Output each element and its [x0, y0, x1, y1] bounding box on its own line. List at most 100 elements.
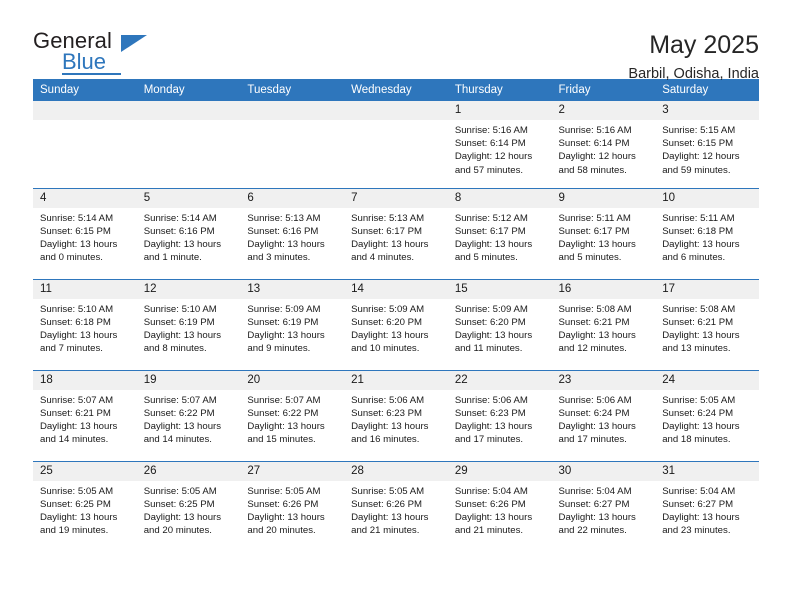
sunset-text: Sunset: 6:22 PM: [143, 407, 215, 419]
daylight-text-line1: Daylight: 13 hours: [454, 420, 533, 432]
calendar-day-cell[interactable]: 25 Sunrise: 5:05 AM Sunset: 6:25 PM Dayligh…: [33, 460, 137, 552]
daylight-text-line2: and 0 minutes.: [40, 252, 103, 264]
sunset-text: Sunset: 6:27 PM: [558, 498, 630, 510]
calendar-day-cell[interactable]: 26 Sunrise: 5:05 AM Sunset: 6:25 PM Dayligh…: [136, 460, 241, 552]
calendar-day-cell[interactable]: 14 Sunrise: 5:09 AM Sunset: 6:20 PM Dayligh…: [344, 278, 448, 370]
calendar-day-cell[interactable]: 6 Sunrise: 5:13 AM Sunset: 6:16 PM Daylight…: [240, 187, 345, 279]
sunrise-text: Sunrise: 5:09 AM: [454, 303, 528, 315]
sunset-text: Sunset: 6:15 PM: [40, 225, 111, 237]
calendar-day-cell[interactable]: 13 Sunrise: 5:09 AM Sunset: 6:19 PM Dayligh…: [240, 278, 345, 370]
daylight-text-line1: Daylight: 13 hours: [40, 329, 118, 341]
calendar-day-cell[interactable]: 31 Sunrise: 5:04 AM Sunset: 6:27 PM Dayligh…: [655, 460, 759, 552]
calendar-day-cell[interactable]: 16 Sunrise: 5:08 AM Sunset: 6:21 PM Dayligh…: [551, 278, 656, 370]
day-cell-inner: 21 Sunrise: 5:06 AM Sunset: 6:23 PM Dayligh…: [344, 370, 448, 461]
day-cell-inner: [33, 101, 137, 188]
day-details: Sunrise: 5:04 AM Sunset: 6:26 PM Daylight:…: [448, 481, 552, 538]
day-cell-inner: 13 Sunrise: 5:09 AM Sunset: 6:19 PM Dayligh…: [240, 279, 345, 370]
daylight-text-line2: and 17 minutes.: [454, 434, 524, 446]
sunrise-text: Sunrise: 5:05 AM: [662, 394, 736, 406]
weekday-header-tuesday: Tuesday: [240, 79, 345, 101]
sunset-text: Sunset: 6:25 PM: [40, 498, 111, 510]
daylight-text-line1: Daylight: 13 hours: [454, 238, 533, 250]
calendar-day-cell[interactable]: 2 Sunrise: 5:16 AM Sunset: 6:14 PM Daylight…: [551, 101, 656, 188]
day-cell-inner: 12 Sunrise: 5:10 AM Sunset: 6:19 PM Dayligh…: [136, 279, 241, 370]
daylight-text-line1: Daylight: 13 hours: [351, 329, 429, 341]
day-number: 4: [33, 188, 137, 208]
sunrise-text: Sunrise: 5:05 AM: [143, 485, 217, 497]
daylight-text-line1: Daylight: 13 hours: [558, 511, 636, 523]
calendar-day-cell[interactable]: 20 Sunrise: 5:07 AM Sunset: 6:22 PM Dayligh…: [240, 369, 345, 461]
calendar-day-cell[interactable]: 18 Sunrise: 5:07 AM Sunset: 6:21 PM Dayligh…: [33, 369, 137, 461]
day-number: [33, 101, 137, 120]
day-number: [344, 101, 448, 120]
sunrise-text: Sunrise: 5:10 AM: [143, 303, 217, 315]
logo-text-blue: Blue: [62, 49, 107, 74]
sunrise-text: Sunrise: 5:09 AM: [351, 303, 425, 315]
calendar-day-cell[interactable]: 17 Sunrise: 5:08 AM Sunset: 6:21 PM Dayligh…: [655, 278, 759, 370]
daylight-text-line2: and 20 minutes.: [247, 525, 316, 537]
sunrise-text: Sunrise: 5:04 AM: [662, 485, 736, 497]
calendar-day-cell[interactable]: 22 Sunrise: 5:06 AM Sunset: 6:23 PM Dayligh…: [447, 369, 552, 461]
daylight-text-line2: and 58 minutes.: [558, 164, 627, 176]
calendar-day-cell[interactable]: 5 Sunrise: 5:14 AM Sunset: 6:16 PM Daylight…: [136, 187, 241, 279]
calendar-day-cell[interactable]: 23 Sunrise: 5:06 AM Sunset: 6:24 PM Dayligh…: [551, 369, 656, 461]
calendar-day-cell[interactable]: 28 Sunrise: 5:05 AM Sunset: 6:26 PM Dayligh…: [344, 460, 448, 552]
daylight-text-line2: and 14 minutes.: [143, 434, 212, 446]
daylight-text-line1: Daylight: 13 hours: [454, 329, 533, 341]
calendar-week-row: 1 Sunrise: 5:16 AM Sunset: 6:14 PM Daylight…: [33, 101, 759, 188]
day-details: Sunrise: 5:11 AM Sunset: 6:18 PM Daylight:…: [655, 208, 759, 265]
weekday-header-monday: Monday: [136, 79, 241, 101]
daylight-text-line2: and 15 minutes.: [247, 434, 316, 446]
calendar-day-cell[interactable]: 7 Sunrise: 5:13 AM Sunset: 6:17 PM Daylight…: [344, 187, 448, 279]
sunrise-text: Sunrise: 5:14 AM: [40, 212, 114, 224]
daylight-text-line1: Daylight: 13 hours: [40, 420, 118, 432]
general-blue-logo[interactable]: General Blue: [33, 28, 163, 76]
day-cell-inner: 29 Sunrise: 5:04 AM Sunset: 6:26 PM Dayligh…: [447, 461, 552, 553]
calendar-day-cell[interactable]: 8 Sunrise: 5:12 AM Sunset: 6:17 PM Daylight…: [447, 187, 552, 279]
sunset-text: Sunset: 6:26 PM: [351, 498, 423, 510]
calendar-day-cell[interactable]: 21 Sunrise: 5:06 AM Sunset: 6:23 PM Dayligh…: [344, 369, 448, 461]
day-number: 25: [33, 461, 137, 481]
daylight-text-line1: Daylight: 13 hours: [247, 238, 325, 250]
calendar-day-cell[interactable]: 19 Sunrise: 5:07 AM Sunset: 6:22 PM Dayligh…: [136, 369, 241, 461]
day-details: Sunrise: 5:05 AM Sunset: 6:26 PM Daylight:…: [344, 481, 448, 538]
sunrise-text: Sunrise: 5:11 AM: [558, 212, 631, 224]
day-number: 15: [447, 279, 552, 299]
sunset-text: Sunset: 6:27 PM: [662, 498, 734, 510]
calendar-day-cell[interactable]: 9 Sunrise: 5:11 AM Sunset: 6:17 PM Daylight…: [551, 187, 656, 279]
daylight-text-line1: Daylight: 13 hours: [558, 420, 636, 432]
calendar-day-cell[interactable]: 24 Sunrise: 5:05 AM Sunset: 6:24 PM Dayligh…: [655, 369, 759, 461]
daylight-text-line1: Daylight: 13 hours: [662, 511, 740, 523]
day-details: Sunrise: 5:04 AM Sunset: 6:27 PM Daylight:…: [655, 481, 759, 538]
calendar-day-cell[interactable]: 12 Sunrise: 5:10 AM Sunset: 6:19 PM Dayligh…: [136, 278, 241, 370]
day-details: Sunrise: 5:16 AM Sunset: 6:14 PM Daylight:…: [552, 120, 656, 177]
day-details: Sunrise: 5:05 AM Sunset: 6:24 PM Daylight:…: [655, 390, 759, 447]
sunset-text: Sunset: 6:24 PM: [662, 407, 734, 419]
sunrise-text: Sunrise: 5:15 AM: [662, 125, 736, 136]
calendar-day-cell[interactable]: 15 Sunrise: 5:09 AM Sunset: 6:20 PM Dayligh…: [447, 278, 552, 370]
day-number: 20: [240, 370, 345, 390]
calendar-day-cell[interactable]: 3 Sunrise: 5:15 AM Sunset: 6:15 PM Daylight…: [655, 101, 759, 188]
calendar-day-cell[interactable]: 27 Sunrise: 5:05 AM Sunset: 6:26 PM Dayligh…: [240, 460, 345, 552]
daylight-text-line2: and 5 minutes.: [558, 252, 622, 264]
daylight-text-line2: and 17 minutes.: [558, 434, 627, 446]
calendar-day-cell[interactable]: 30 Sunrise: 5:04 AM Sunset: 6:27 PM Dayligh…: [551, 460, 656, 552]
calendar-day-cell[interactable]: 11 Sunrise: 5:10 AM Sunset: 6:18 PM Dayligh…: [33, 278, 137, 370]
day-cell-inner: 15 Sunrise: 5:09 AM Sunset: 6:20 PM Dayligh…: [447, 279, 552, 370]
day-details: Sunrise: 5:07 AM Sunset: 6:22 PM Daylight:…: [137, 390, 241, 447]
day-number: 7: [344, 188, 448, 208]
sunrise-text: Sunrise: 5:11 AM: [662, 212, 735, 224]
day-number: 16: [551, 279, 656, 299]
daylight-text-line1: Daylight: 12 hours: [558, 151, 636, 163]
weekday-header-thursday: Thursday: [447, 79, 552, 101]
calendar-day-cell[interactable]: 4 Sunrise: 5:14 AM Sunset: 6:15 PM Daylight…: [33, 187, 137, 279]
calendar-day-cell[interactable]: 10 Sunrise: 5:11 AM Sunset: 6:18 PM Dayligh…: [655, 187, 759, 279]
calendar-day-cell[interactable]: 29 Sunrise: 5:04 AM Sunset: 6:26 PM Dayligh…: [447, 460, 552, 553]
weekday-header-wednesday: Wednesday: [344, 79, 448, 101]
calendar-day-cell[interactable]: 1 Sunrise: 5:16 AM Sunset: 6:14 PM Daylight…: [447, 101, 552, 188]
day-cell-inner: 24 Sunrise: 5:05 AM Sunset: 6:24 PM Dayligh…: [655, 370, 759, 461]
daylight-text-line2: and 20 minutes.: [143, 525, 212, 537]
sunrise-text: Sunrise: 5:16 AM: [558, 125, 632, 136]
daylight-text-line2: and 18 minutes.: [662, 434, 731, 446]
day-number: 24: [655, 370, 759, 390]
